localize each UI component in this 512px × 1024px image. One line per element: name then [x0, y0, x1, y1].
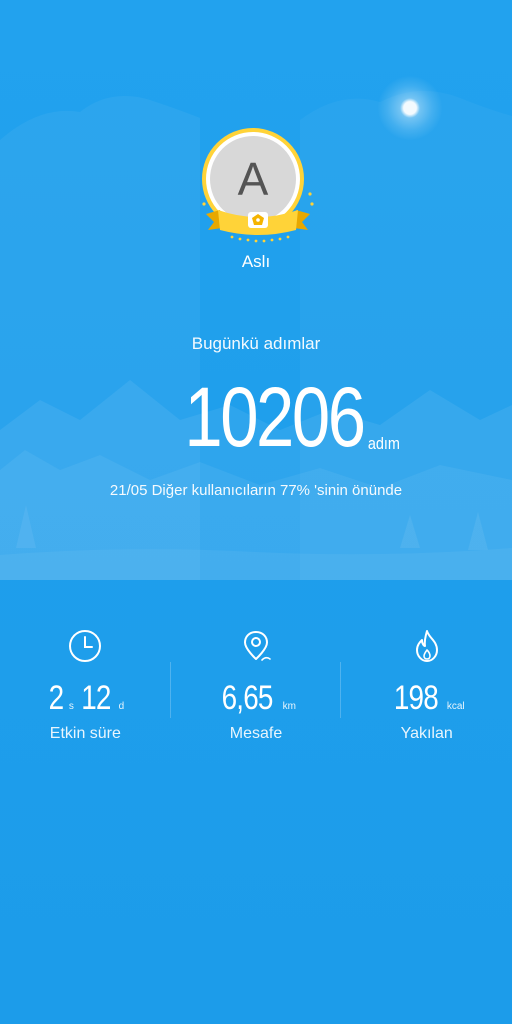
distance-value: 6,65 [221, 679, 274, 717]
calories-label: Yakılan [400, 725, 453, 742]
stats-row: 2 s 12 d Etkin süre 6,65 km Mesafe 198 k… [0, 626, 512, 756]
rank-text: 21/05 Diğer kullanıcıların 77% 'sinin ön… [109, 482, 403, 499]
calories-value-row: 198 kcal [341, 679, 512, 723]
today-steps[interactable]: 10206 adım [0, 372, 512, 462]
active-time-label: Etkin süre [49, 725, 121, 742]
distance-value-row: 6,65 km [171, 679, 342, 723]
stat-calories[interactable]: 198 kcal Yakılan [341, 626, 512, 756]
hours-unit: s [68, 701, 74, 712]
distance-unit: km [282, 701, 296, 712]
sun-decoration [378, 76, 442, 140]
badge-ribbon-icon [202, 192, 314, 243]
active-minutes: 12 [81, 679, 112, 717]
calories-value: 198 [393, 679, 439, 717]
location-pin-icon [244, 631, 271, 661]
distance-label: Mesafe [229, 725, 283, 742]
stat-active-time[interactable]: 2 s 12 d Etkin süre [0, 626, 171, 756]
flame-icon [415, 630, 438, 662]
steps-unit: adım [368, 434, 401, 453]
avatar[interactable]: A [196, 126, 320, 250]
clock-icon [69, 630, 102, 662]
activity-screen: A Aslı Bugünkü adımlar 10206 adım 21/05 D… [0, 0, 512, 1024]
active-time-value: 2 s 12 d [0, 679, 171, 723]
minutes-unit: d [118, 701, 125, 712]
stat-distance[interactable]: 6,65 km Mesafe [171, 626, 342, 756]
calories-unit: kcal [446, 701, 465, 712]
steps-count: 10206 [184, 370, 366, 464]
today-steps-label: Bugünkü adımlar [191, 334, 321, 353]
user-name[interactable]: Aslı [0, 252, 512, 272]
active-hours: 2 [48, 679, 64, 717]
